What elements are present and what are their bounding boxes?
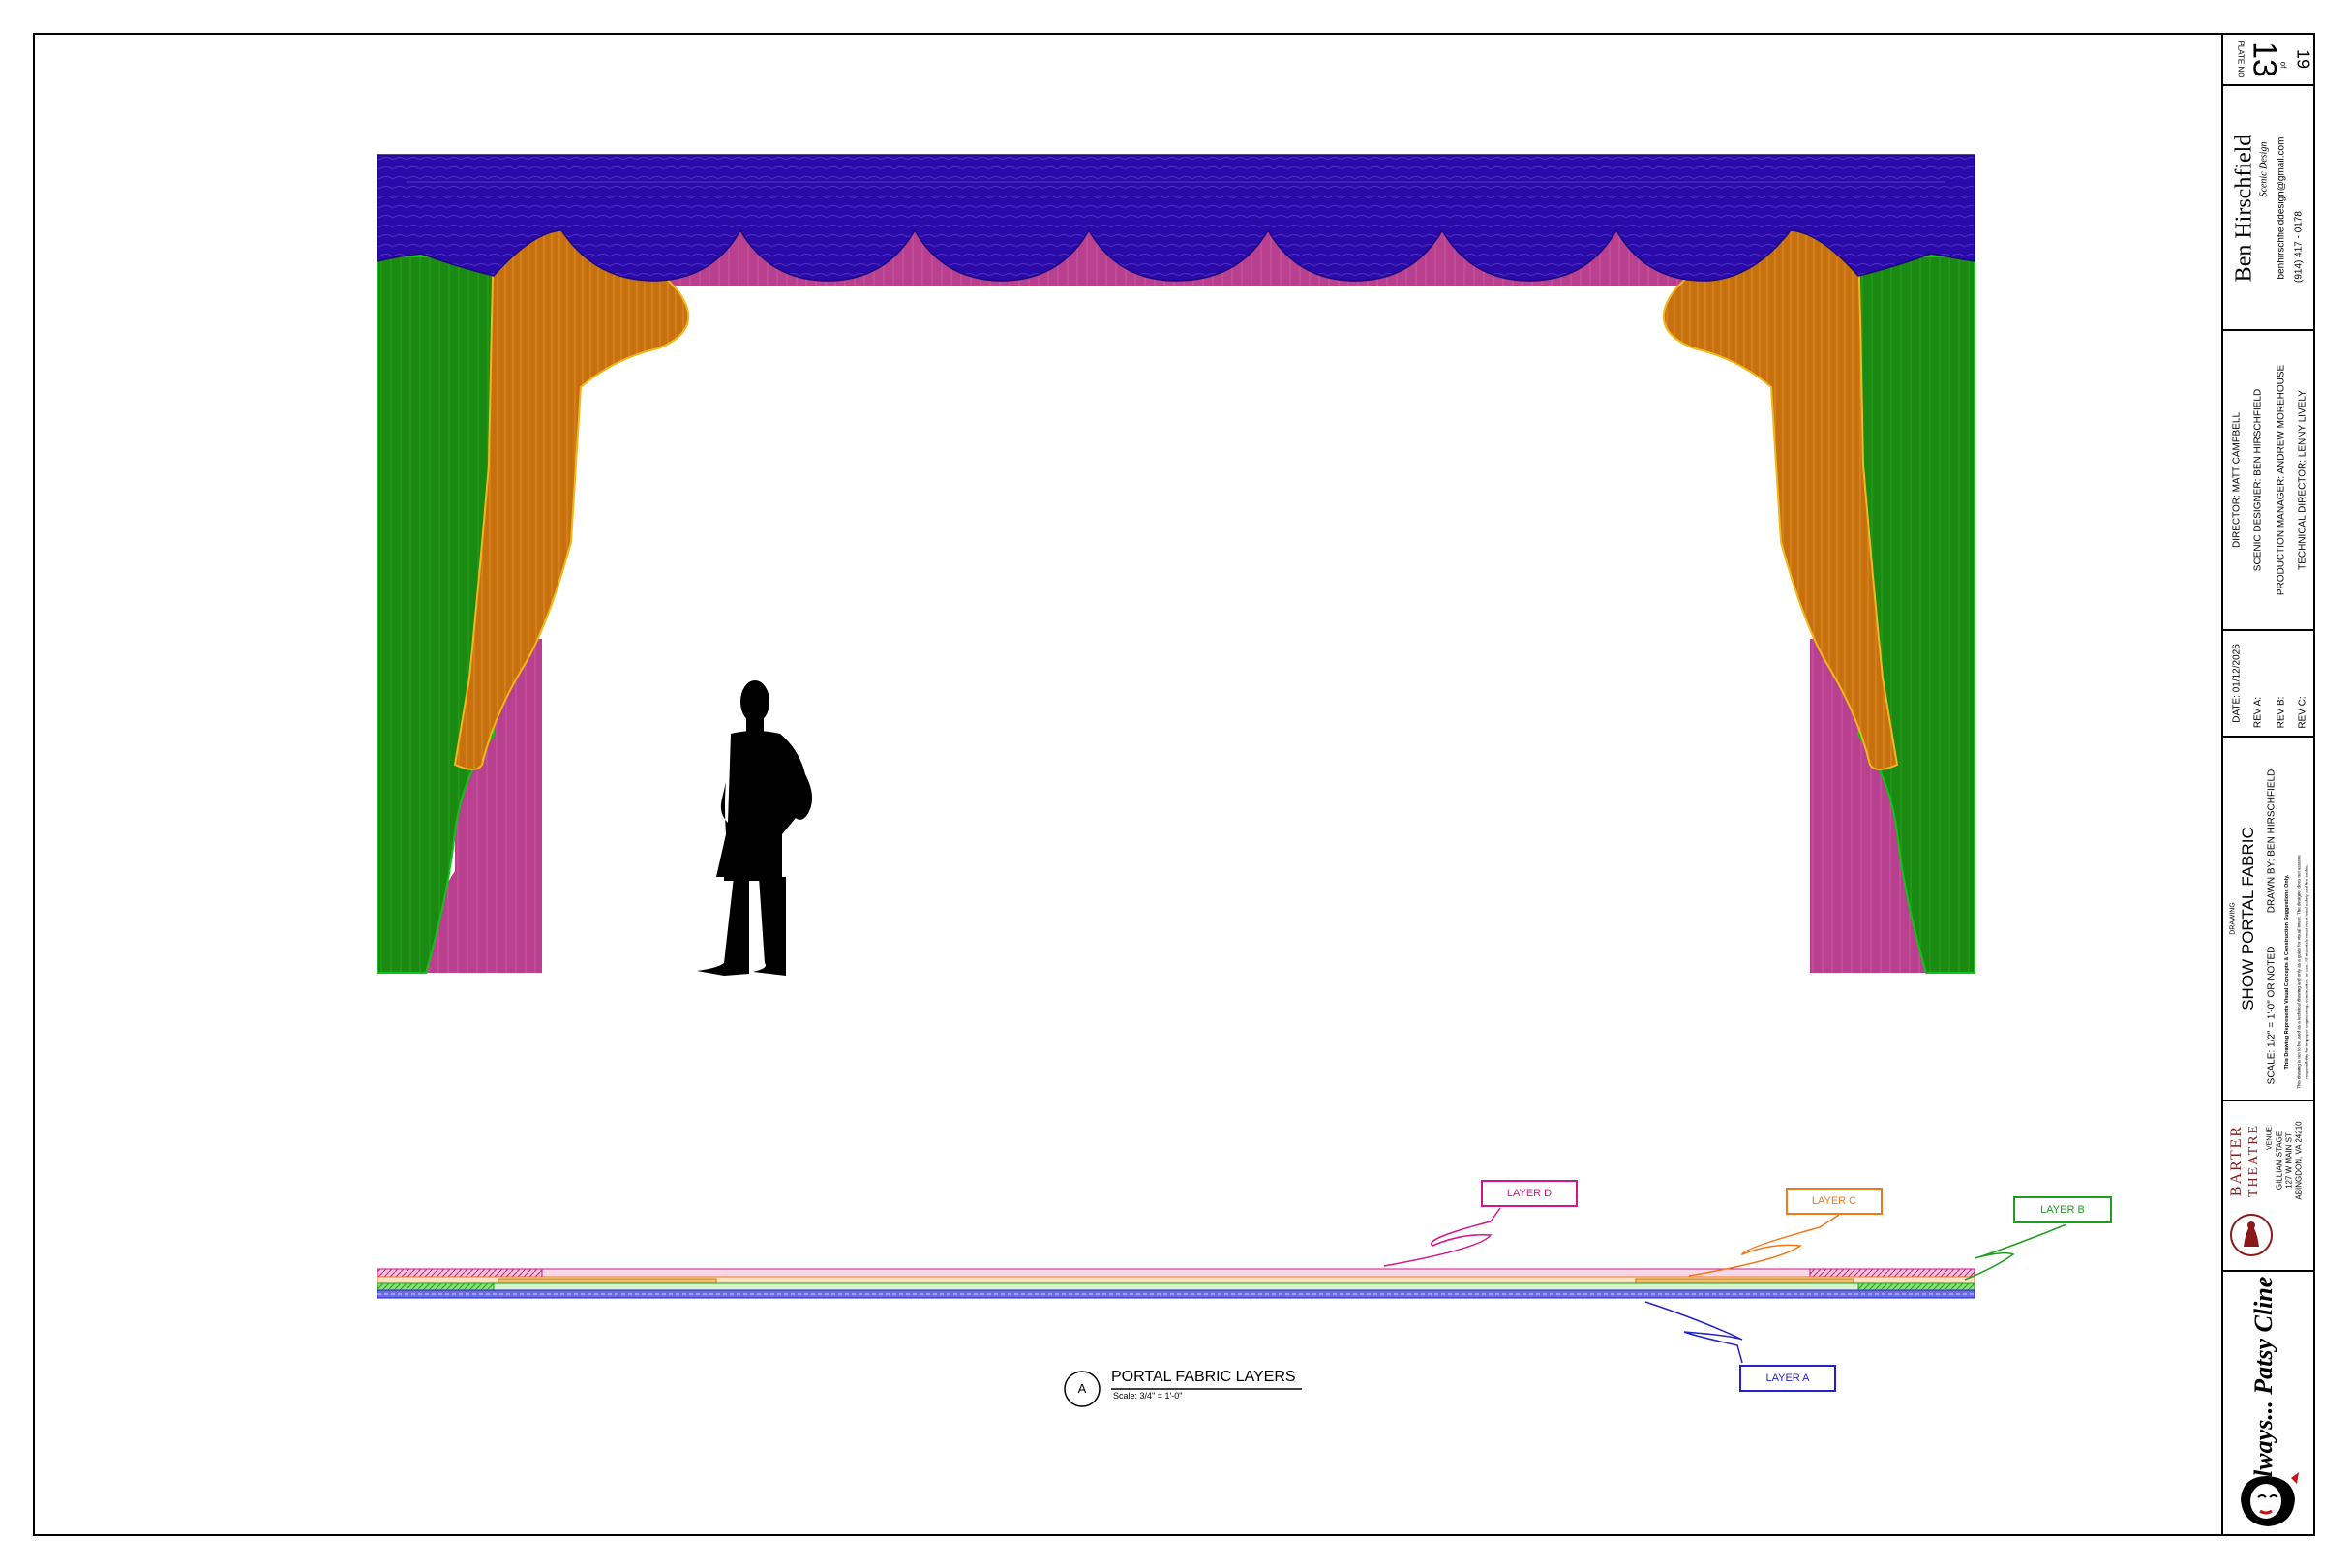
plate-label: PLATE NO (2236, 40, 2245, 77)
credit-designer: SCENIC DESIGNER: BEN HIRSCHFIELD (2252, 388, 2263, 572)
designer-cell: Ben Hirschfield Scenic Design benhirschf… (2223, 86, 2315, 331)
plate-total: 19 (2293, 48, 2312, 69)
detail-title: PORTAL FABRIC LAYERS (1111, 1369, 1296, 1385)
venue-street: 127 W MAIN ST (2284, 1132, 2293, 1189)
drawing-scale: SCALE: 1/2" = 1'-0" OR NOTED (2266, 946, 2277, 1085)
disclaimer-heading: This Drawing Represents Visual Concepts … (2283, 874, 2290, 1070)
revisions-cell: DATE: 01/12/2026 REV A: REV B: REV C: (2223, 631, 2315, 738)
designer-email: benhirschfielddesign@gmail.com (2276, 136, 2286, 279)
rev-a: REV A: (2252, 696, 2263, 729)
venue-cell: BARTER THEATRE VENUE: GILLIAM STAGE 127 … (2223, 1101, 2315, 1272)
credit-technical-director: TECHNICAL DIRECTOR: LENNY LIVELY (2297, 390, 2307, 570)
venue-label: VENUE: (2266, 1124, 2273, 1151)
disclaimer-line-2: responsibility for improper engineering,… (2304, 864, 2308, 1079)
disclaimer-line-1: This drawing is not to be used as a tech… (2296, 855, 2301, 1089)
title-block: PLATE NO 13 of 19 Ben Hirschfield Scenic… (2221, 33, 2315, 1536)
drawn-by: DRAWN BY: BEN HIRSCHFIELD (2266, 769, 2277, 914)
plate-cell: PLATE NO 13 of 19 (2223, 33, 2315, 86)
theatre-name-top: BARTER (2227, 1124, 2245, 1197)
portal-elevation-drawing (377, 154, 2067, 1407)
drawing-title-cell: DRAWING SHOW PORTAL FABRIC SCALE: 1/2" =… (2223, 738, 2315, 1101)
date: DATE: 01/12/2026 (2231, 644, 2242, 723)
callout-layer-c: LAYER C (1786, 1188, 1883, 1215)
designer-sub: Scenic Design (2258, 141, 2269, 196)
credits-cell: DIRECTOR: MATT CAMPBELL SCENIC DESIGNER:… (2223, 331, 2315, 631)
designer-phone: (914) 417 - 0178 (2293, 210, 2304, 283)
theatre-name-bottom: THEATRE (2246, 1123, 2261, 1198)
callout-layer-b: LAYER B (2013, 1196, 2112, 1223)
credit-production-manager: PRODUCTION MANAGER: ANDREW MOREHOUSE (2276, 364, 2286, 596)
show-logo-portrait-icon (2241, 1472, 2299, 1526)
section-detail (377, 1268, 1975, 1299)
callout-layer-d: LAYER D (1481, 1180, 1578, 1207)
theatre-emblem-icon (2230, 1214, 2273, 1256)
drawing-title: SHOW PORTAL FABRIC (2238, 827, 2257, 1010)
venue-name: GILLIAM STAGE (2275, 1131, 2283, 1191)
credit-director: DIRECTOR: MATT CAMPBELL (2231, 411, 2242, 549)
show-logo: Always... Patsy Cline (2248, 1276, 2277, 1493)
detail-scale: Scale: 3/4" = 1'-0" (1113, 1391, 1183, 1401)
valance (377, 154, 1975, 282)
designer-name: Ben Hirschfield (2231, 134, 2256, 282)
human-scale-figure (697, 680, 813, 976)
drawing-label: DRAWING (2229, 902, 2236, 935)
venue-city: ABINGDON, VA 24210 (2294, 1121, 2303, 1200)
show-logo-cell: Always... Patsy Cline (2223, 1272, 2315, 1536)
rev-b: REV B: (2276, 696, 2286, 729)
callout-layer-a: LAYER A (1739, 1365, 1836, 1392)
detail-marker-letter: A (1077, 1381, 1087, 1396)
plate-of: of (2278, 61, 2287, 68)
plate-number: 13 (2246, 40, 2282, 77)
rev-c: REV C: (2297, 696, 2307, 729)
